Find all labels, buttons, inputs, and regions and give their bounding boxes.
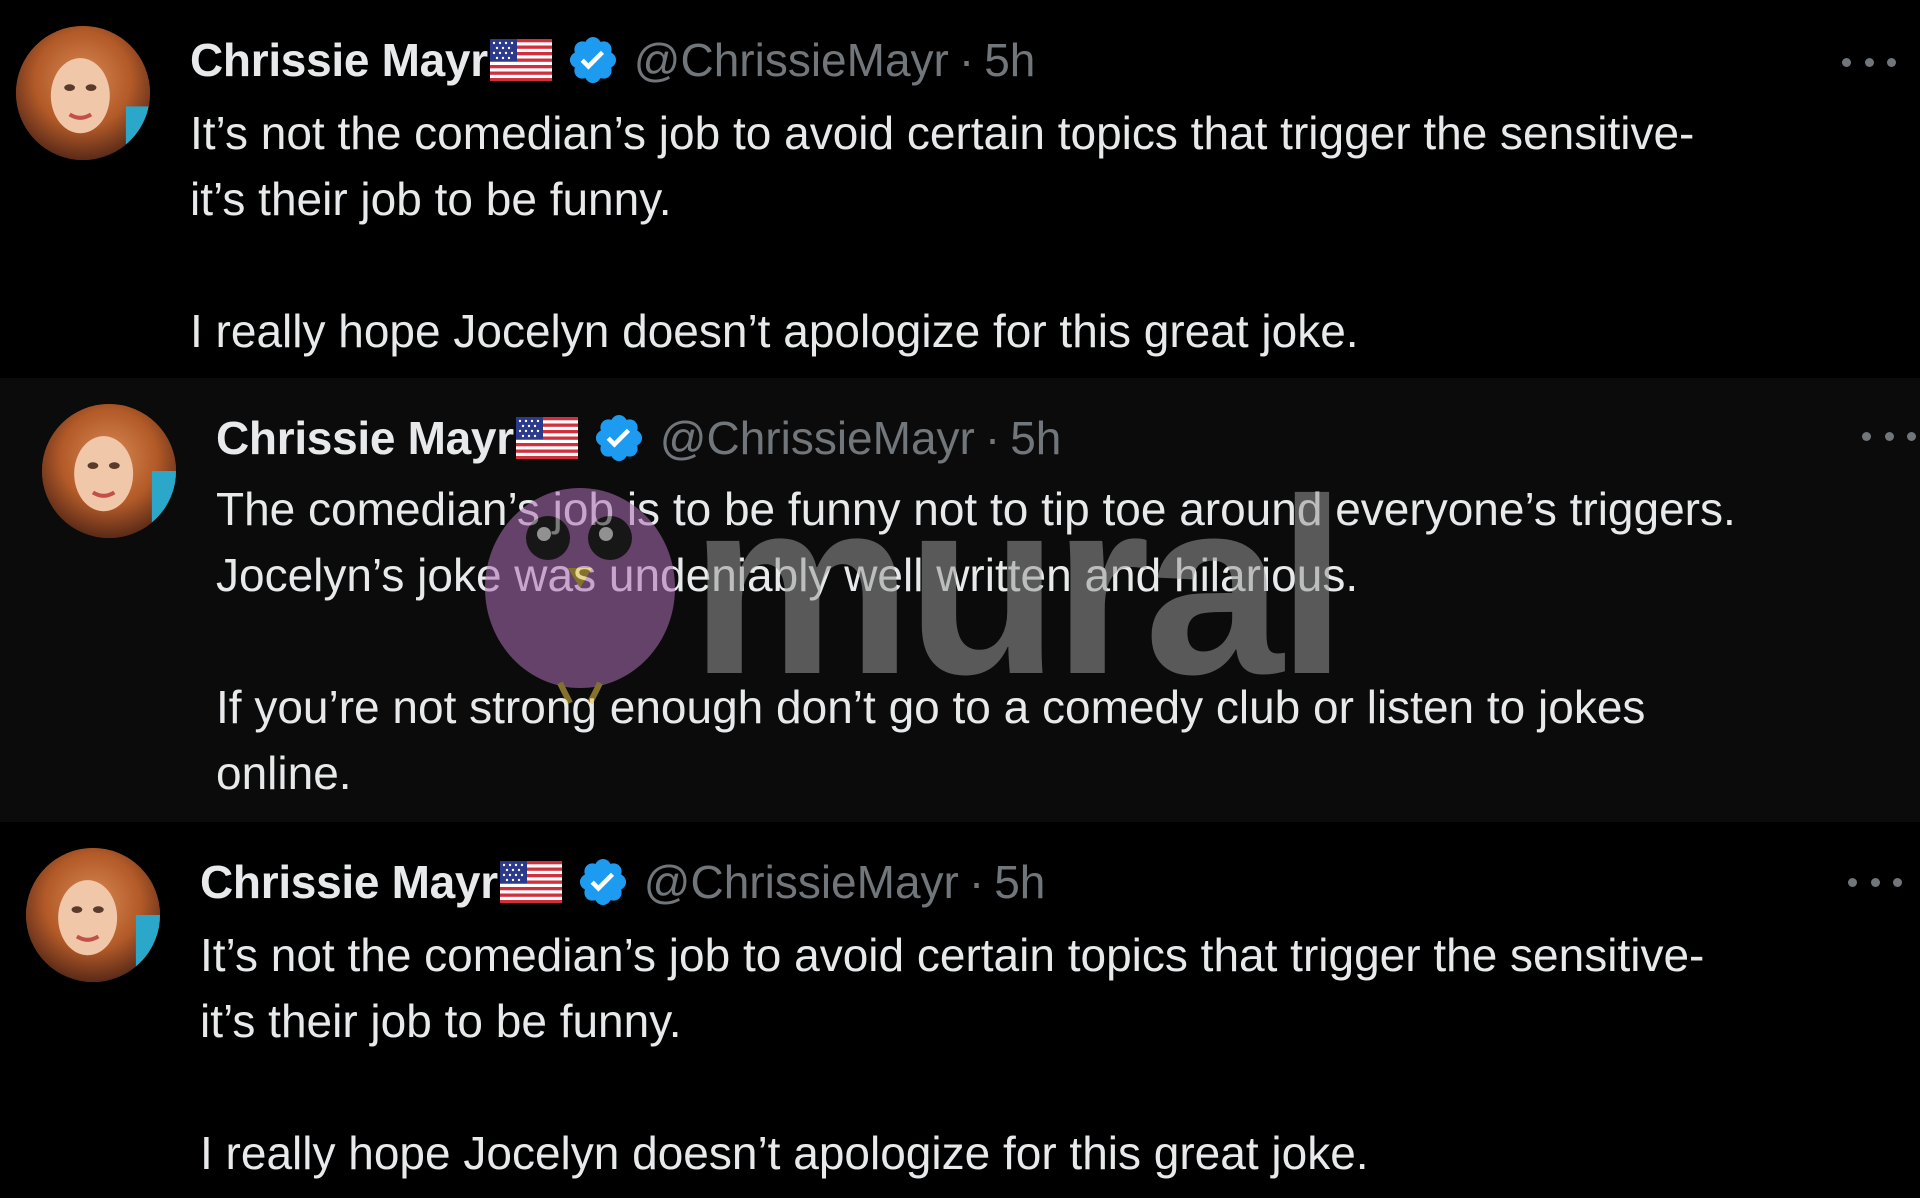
us-flag-icon	[499, 861, 562, 903]
tweet-line: If you’re not strong enough don’t go to …	[216, 681, 1646, 733]
verified-badge-icon[interactable]	[576, 855, 630, 909]
user-handle[interactable]: @ChrissieMayr	[634, 33, 949, 87]
more-options-icon[interactable]	[1842, 52, 1896, 72]
tweet[interactable]: Chrissie Mayr	[0, 0, 1920, 378]
avatar[interactable]	[16, 26, 150, 160]
timestamp[interactable]: 5h	[1010, 411, 1061, 465]
more-options-icon[interactable]	[1862, 426, 1916, 446]
verified-badge-icon[interactable]	[592, 411, 646, 465]
avatar[interactable]	[26, 848, 160, 982]
tweet-line: it’s their job to be funny.	[190, 173, 672, 225]
tweet-feed: Chrissie Mayr @ChrissieMayr · 5h It’s no…	[0, 0, 1920, 1198]
timestamp[interactable]: 5h	[994, 855, 1045, 909]
tweet-text: The comedian’s job is to be funny not to…	[216, 476, 1736, 806]
verified-badge-icon[interactable]	[566, 33, 620, 87]
tweet-line: Jocelyn’s joke was undeniably well writt…	[216, 549, 1359, 601]
display-name[interactable]: Chrissie Mayr	[216, 411, 514, 465]
tweet-text: It’s not the comedian’s job to avoid cer…	[200, 922, 1704, 1186]
us-flag-icon	[515, 417, 578, 459]
separator: ·	[958, 34, 975, 86]
user-handle[interactable]: @ChrissieMayr	[644, 855, 959, 909]
avatar[interactable]	[42, 404, 176, 538]
tweet[interactable]: Chrissie Mayr	[0, 822, 1920, 1198]
tweet-text: It’s not the comedian’s job to avoid cer…	[190, 100, 1694, 364]
separator: ·	[984, 412, 1001, 464]
tweet-line: It’s not the comedian’s job to avoid cer…	[200, 929, 1705, 981]
display-name[interactable]: Chrissie Mayr	[190, 33, 488, 87]
user-handle[interactable]: @ChrissieMayr	[660, 411, 975, 465]
us-flag-icon	[489, 39, 552, 81]
more-options-icon[interactable]	[1848, 872, 1902, 892]
tweet-line: it’s their job to be funny.	[200, 995, 682, 1047]
timestamp[interactable]: 5h	[984, 33, 1035, 87]
display-name[interactable]: Chrissie Mayr	[200, 855, 498, 909]
tweet-line: I really hope Jocelyn doesn’t apologize …	[190, 305, 1359, 357]
tweet-line: I really hope Jocelyn doesn’t apologize …	[200, 1127, 1369, 1179]
tweet[interactable]: Chrissie Mayr	[0, 378, 1920, 822]
tweet-line: The comedian’s job is to be funny not to…	[216, 483, 1736, 535]
tweet-line: It’s not the comedian’s job to avoid cer…	[190, 107, 1695, 159]
separator: ·	[968, 856, 985, 908]
tweet-line: online.	[216, 747, 352, 799]
